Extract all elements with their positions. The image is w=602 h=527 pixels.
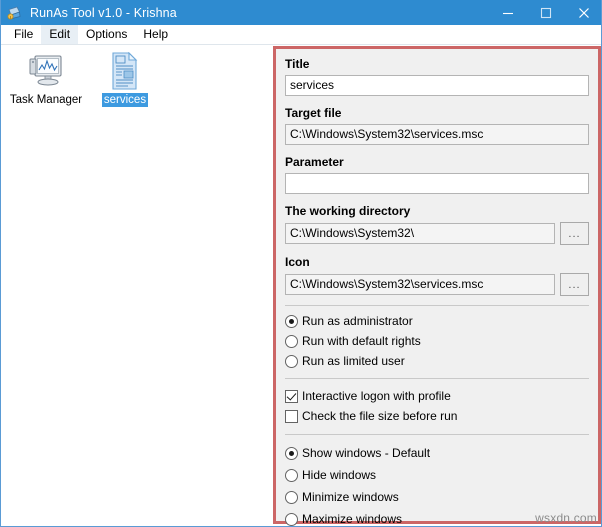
menu-item-options[interactable]: Options — [78, 25, 135, 44]
list-item-label: services — [102, 93, 148, 107]
shortcut-list: Task Manager services — [1, 46, 273, 527]
checkbox-icon — [285, 410, 298, 423]
privilege-option-group: Run as administrator Run with default ri… — [285, 312, 589, 371]
field-parameter: Parameter — [285, 154, 589, 194]
radio-run-as-administrator[interactable]: Run as administrator — [285, 312, 589, 331]
parameter-input[interactable] — [285, 173, 589, 194]
list-item[interactable]: services — [86, 50, 164, 107]
menu-item-help[interactable]: Help — [135, 25, 176, 44]
list-item-label: Task Manager — [8, 93, 84, 107]
menu-item-file[interactable]: File — [6, 25, 41, 44]
radio-run-with-default-rights[interactable]: Run with default rights — [285, 332, 589, 351]
app-window: RunAs Tool v1.0 - Krishna File Edit Opti… — [0, 0, 602, 527]
field-icon: Icon C:\Windows\System32\services.msc ..… — [285, 254, 589, 296]
watermark: wsxdn.com — [535, 511, 597, 525]
checkbox-interactive-logon[interactable]: Interactive logon with profile — [285, 387, 589, 406]
title-bar: RunAs Tool v1.0 - Krishna — [1, 0, 602, 25]
checkbox-check-file-size[interactable]: Check the file size before run — [285, 407, 589, 426]
field-label-title: Title — [285, 56, 589, 72]
radio-label: Minimize windows — [302, 490, 399, 505]
browse-icon-button[interactable]: ... — [560, 273, 589, 296]
menu-bar: File Edit Options Help — [1, 25, 602, 45]
radio-label: Run with default rights — [302, 334, 421, 349]
menu-item-edit[interactable]: Edit — [41, 25, 78, 44]
checkbox-icon — [285, 390, 298, 403]
field-label-parameter: Parameter — [285, 154, 589, 170]
radio-icon — [285, 335, 298, 348]
target-file-input[interactable]: C:\Windows\System32\services.msc — [285, 124, 589, 145]
radio-label: Run as administrator — [302, 314, 413, 329]
working-directory-input[interactable]: C:\Windows\System32\ — [285, 223, 555, 244]
window-controls — [489, 0, 602, 25]
radio-show-windows[interactable]: Show windows - Default — [285, 443, 589, 464]
checkbox-label: Interactive logon with profile — [302, 389, 451, 404]
checkbox-label: Check the file size before run — [302, 409, 457, 424]
radio-hide-windows[interactable]: Hide windows — [285, 465, 589, 486]
monitor-chart-icon — [7, 50, 85, 90]
field-title: Title services — [285, 56, 589, 96]
document-icon — [86, 50, 164, 90]
radio-label: Hide windows — [302, 468, 376, 483]
window-title: RunAs Tool v1.0 - Krishna — [30, 6, 177, 20]
runas-app-icon — [6, 4, 24, 22]
radio-icon — [285, 513, 298, 526]
list-item[interactable]: Task Manager — [7, 50, 85, 107]
field-working-directory: The working directory C:\Windows\System3… — [285, 203, 589, 245]
radio-label: Maximize windows — [302, 512, 402, 527]
radio-icon — [285, 447, 298, 460]
radio-icon — [285, 469, 298, 482]
radio-label: Run as limited user — [302, 354, 405, 369]
divider — [285, 434, 589, 435]
radio-label: Show windows - Default — [302, 446, 430, 461]
divider — [285, 378, 589, 379]
radio-run-as-limited-user[interactable]: Run as limited user — [285, 352, 589, 371]
field-label-working-directory: The working directory — [285, 203, 589, 219]
field-label-icon: Icon — [285, 254, 589, 270]
radio-icon — [285, 355, 298, 368]
browse-working-directory-button[interactable]: ... — [560, 222, 589, 245]
field-label-target-file: Target file — [285, 105, 589, 121]
minimize-icon[interactable] — [489, 0, 527, 25]
radio-icon — [285, 491, 298, 504]
checkbox-group: Interactive logon with profile Check the… — [285, 387, 589, 426]
maximize-icon[interactable] — [527, 0, 565, 25]
field-target-file: Target file C:\Windows\System32\services… — [285, 105, 589, 145]
title-input[interactable]: services — [285, 75, 589, 96]
close-icon[interactable] — [565, 0, 602, 25]
divider — [285, 305, 589, 306]
radio-icon — [285, 315, 298, 328]
radio-minimize-windows[interactable]: Minimize windows — [285, 487, 589, 508]
settings-panel: Title services Target file C:\Windows\Sy… — [273, 46, 601, 524]
icon-path-input[interactable]: C:\Windows\System32\services.msc — [285, 274, 555, 295]
